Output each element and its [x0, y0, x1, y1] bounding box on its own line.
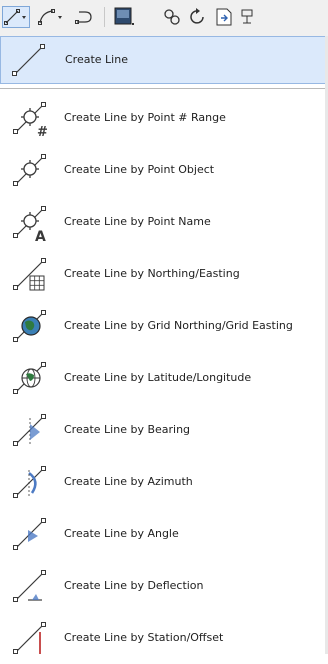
link-button[interactable] — [160, 6, 184, 28]
menu-item-label: Create Line by Deflection — [64, 579, 204, 592]
point-range-icon: # — [13, 102, 48, 138]
create-line-menu: Create Line # Create Line by Point # Ran… — [0, 36, 328, 654]
line-dropdown-icon — [4, 9, 26, 25]
line-dropdown-button[interactable] — [2, 6, 30, 28]
grid-northing-easting-icon — [13, 310, 46, 342]
latitude-longitude-icon — [13, 362, 46, 394]
menu-separator — [0, 88, 328, 89]
menu-item-deflection[interactable]: Create Line by Deflection — [0, 560, 328, 612]
svg-text:#: # — [37, 125, 48, 138]
arc-line-dropdown-icon — [38, 9, 62, 25]
menu-item-azimuth[interactable]: Create Line by Azimuth — [0, 456, 328, 508]
curve-icon — [75, 11, 92, 24]
menu-item-point-range[interactable]: # Create Line by Point # Range — [0, 92, 328, 144]
menu-item-label: Create Line — [65, 53, 128, 66]
menu-item-label: Create Line by Azimuth — [64, 475, 193, 488]
menu-item-label: Create Line by Latitude/Longitude — [64, 371, 252, 384]
menu-item-station-offset[interactable]: Create Line by Station/Offset — [0, 612, 328, 664]
more-button[interactable] — [238, 6, 256, 28]
menu-item-point-object[interactable]: Create Line by Point Object — [0, 144, 328, 196]
northing-easting-icon — [13, 258, 46, 291]
deflection-icon — [13, 570, 46, 602]
menu-item-latitude-longitude[interactable]: Create Line by Latitude/Longitude — [0, 352, 328, 404]
menu-item-label: Create Line by Point # Range — [64, 111, 226, 124]
point-object-icon — [13, 154, 46, 186]
toolbar — [0, 0, 328, 37]
rotate-icon — [190, 8, 204, 24]
create-line-icon — [12, 44, 45, 76]
bearing-icon — [13, 414, 46, 446]
menu-item-bearing[interactable]: Create Line by Bearing — [0, 404, 328, 456]
link-icon — [164, 9, 180, 25]
menu-item-create-line[interactable]: Create Line — [0, 36, 328, 84]
menu-item-label: Create Line by Point Object — [64, 163, 215, 176]
edit-document-button[interactable] — [212, 6, 236, 28]
station-offset-icon — [13, 622, 46, 654]
curve-button[interactable] — [72, 6, 100, 28]
svg-text:A: A — [35, 229, 46, 242]
rotate-button[interactable] — [186, 6, 210, 28]
toolbar-separator — [104, 7, 105, 27]
menu-item-northing-easting[interactable]: Create Line by Northing/Easting — [0, 248, 328, 300]
more-icon — [241, 9, 253, 24]
arc-line-dropdown-button[interactable] — [36, 6, 66, 28]
menu-item-angle[interactable]: Create Line by Angle — [0, 508, 328, 560]
menu-item-label: Create Line by Station/Offset — [64, 631, 224, 644]
menu-item-label: Create Line by Point Name — [64, 215, 211, 228]
block-icon — [114, 7, 134, 25]
menu-item-grid-northing-easting[interactable]: Create Line by Grid Northing/Grid Eastin… — [0, 300, 328, 352]
azimuth-icon — [13, 466, 46, 498]
edit-document-icon — [216, 8, 232, 26]
angle-icon — [13, 518, 46, 550]
menu-item-label: Create Line by Bearing — [64, 423, 191, 436]
menu-item-label: Create Line by Northing/Easting — [64, 267, 240, 280]
block-button[interactable] — [110, 6, 144, 28]
menu-item-point-name[interactable]: A Create Line by Point Name — [0, 196, 328, 248]
menu-item-label: Create Line by Grid Northing/Grid Eastin… — [64, 319, 293, 332]
point-name-icon: A — [13, 206, 46, 242]
menu-item-label: Create Line by Angle — [64, 527, 179, 540]
